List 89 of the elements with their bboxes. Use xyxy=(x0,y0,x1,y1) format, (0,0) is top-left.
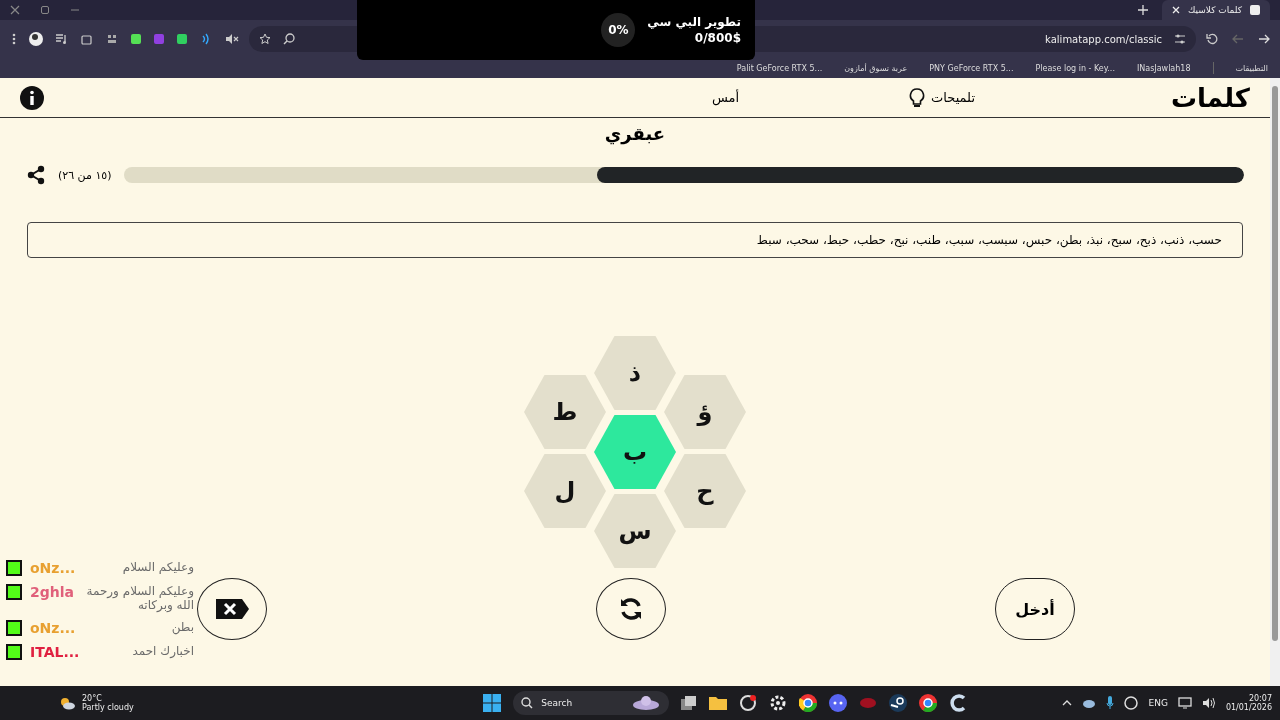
clock-date[interactable]: 01/01/2026 xyxy=(1225,703,1272,712)
rank-title: عبقري xyxy=(603,122,667,147)
restore-icon[interactable] xyxy=(40,5,50,15)
profile-icon[interactable] xyxy=(29,32,43,46)
letter-tile[interactable]: ؤ xyxy=(664,375,746,449)
clock-time[interactable]: 20:07 xyxy=(1248,694,1272,703)
chat-message: اخبارك احمد xyxy=(131,644,194,658)
extension-icon[interactable] xyxy=(106,33,118,45)
bookmark[interactable]: التطبيقات xyxy=(1235,63,1268,73)
goal-amount: 0/800$ xyxy=(694,31,741,45)
word-count: (١٥ من ٢٦) xyxy=(58,168,112,182)
search-highlight-icon xyxy=(631,695,662,711)
language-indicator[interactable]: ENG xyxy=(1148,698,1168,708)
new-tab-icon[interactable] xyxy=(1137,5,1148,15)
found-words-box[interactable]: حسب، ذنب، ذبح، سبح، نبذ، بطن، حبس، سبسب، سبب، طنب، نبح، حطب، حبط، سحب، سبط xyxy=(27,222,1243,258)
yesterday-button[interactable]: أمس xyxy=(711,90,740,105)
weather-temperature: 20°C xyxy=(82,694,103,703)
extension-icon[interactable] xyxy=(81,33,93,45)
reload-icon[interactable] xyxy=(1206,33,1218,45)
app-icon[interactable] xyxy=(1124,696,1139,710)
mute-icon[interactable] xyxy=(225,33,239,45)
letter-tile[interactable]: ح xyxy=(664,454,746,528)
hints-button[interactable]: تلميحات xyxy=(909,87,975,108)
platform-badge xyxy=(6,584,22,600)
site-favicon xyxy=(1250,5,1260,15)
chat-message: بطن xyxy=(170,620,194,634)
volume-icon[interactable] xyxy=(1201,697,1216,709)
weather-condition: Partly cloudy xyxy=(82,703,134,712)
close-icon[interactable] xyxy=(10,5,20,15)
bookmark[interactable]: Palit GeForce RTX 5... xyxy=(736,63,823,73)
platform-badge xyxy=(6,620,22,636)
letter-tile[interactable]: ذ xyxy=(594,336,676,410)
bookmark[interactable]: Please log in - Key... xyxy=(1035,63,1115,73)
app-icon[interactable] xyxy=(739,694,758,712)
found-words-list: حسب، ذنب، ذبح، سبح، نبذ، بطن، حبس، سبسب، سبب، طنب، نبح، حطب، حبط، سحب، سبط xyxy=(756,233,1222,247)
extension-icon[interactable] xyxy=(131,34,141,44)
share-icon[interactable] xyxy=(26,165,46,185)
search-icon xyxy=(521,697,534,709)
letter-tile[interactable]: س xyxy=(594,494,676,568)
goal-percent: 0% xyxy=(601,13,636,47)
bookmark[interactable]: PNY GeForce RTX 5... xyxy=(929,63,1014,73)
windows-start-icon[interactable] xyxy=(483,694,502,712)
menu-icon[interactable] xyxy=(12,33,16,45)
star-icon[interactable] xyxy=(259,33,271,45)
close-tab-icon[interactable] xyxy=(1171,6,1180,14)
tab-title: كلمات كلاسيك xyxy=(1187,5,1242,15)
media-icon[interactable] xyxy=(56,34,68,44)
letter-tile[interactable]: ل xyxy=(524,454,606,528)
taskbar-search[interactable]: Search xyxy=(513,691,670,715)
platform-badge xyxy=(6,644,22,660)
zoom-icon[interactable] xyxy=(283,33,295,45)
scrollbar-thumb[interactable] xyxy=(1272,86,1278,641)
chat-username: oNz... xyxy=(30,620,76,636)
chat-username: ITAL... xyxy=(30,644,80,660)
network-icon[interactable] xyxy=(1177,697,1192,709)
weather-icon xyxy=(58,696,76,710)
letter-tile[interactable]: ط xyxy=(524,375,606,449)
site-settings-icon[interactable] xyxy=(1174,33,1186,45)
signal-icon[interactable] xyxy=(200,33,212,45)
chat-message: وعليكم السلام ورحمة الله وبركاته xyxy=(85,584,194,612)
platform-badge xyxy=(6,560,22,576)
back-icon[interactable] xyxy=(1258,33,1270,45)
bookmark[interactable]: INasJawlah18 xyxy=(1136,63,1191,73)
extension-icon[interactable] xyxy=(177,34,187,44)
bookmark[interactable]: عربة تسوق أمازون xyxy=(844,63,908,73)
goal-title: تطوير البي سي xyxy=(647,15,741,29)
letter-tile[interactable]: ب xyxy=(594,415,676,489)
chat-username: 2ghla xyxy=(30,584,74,600)
app-icon[interactable] xyxy=(949,694,968,712)
folder-icon[interactable] xyxy=(709,696,728,710)
browser-icon[interactable] xyxy=(919,694,938,712)
gear-icon[interactable] xyxy=(769,694,788,712)
chat-username: oNz... xyxy=(30,560,76,576)
chat-app-icon[interactable] xyxy=(829,694,848,712)
forward-icon xyxy=(1232,33,1244,45)
url-text: kalimatapp.com/classic xyxy=(1045,33,1162,45)
info-icon[interactable] xyxy=(20,85,44,110)
chevron-up-icon[interactable] xyxy=(1062,700,1073,706)
cloud-icon[interactable] xyxy=(1082,698,1097,708)
browser-icon[interactable] xyxy=(799,694,818,712)
app-logo[interactable]: كلمات xyxy=(1090,82,1250,113)
browser-tab[interactable]: كلمات كلاسيك xyxy=(1161,0,1270,20)
shuffle-icon xyxy=(618,596,644,622)
lightbulb-icon xyxy=(909,87,926,108)
task-view-icon[interactable] xyxy=(681,696,698,710)
chat-message: وعليكم السلام xyxy=(121,560,194,574)
microphone-icon[interactable] xyxy=(1106,696,1115,710)
game-store-icon[interactable] xyxy=(889,694,908,712)
backspace-icon xyxy=(214,598,250,620)
